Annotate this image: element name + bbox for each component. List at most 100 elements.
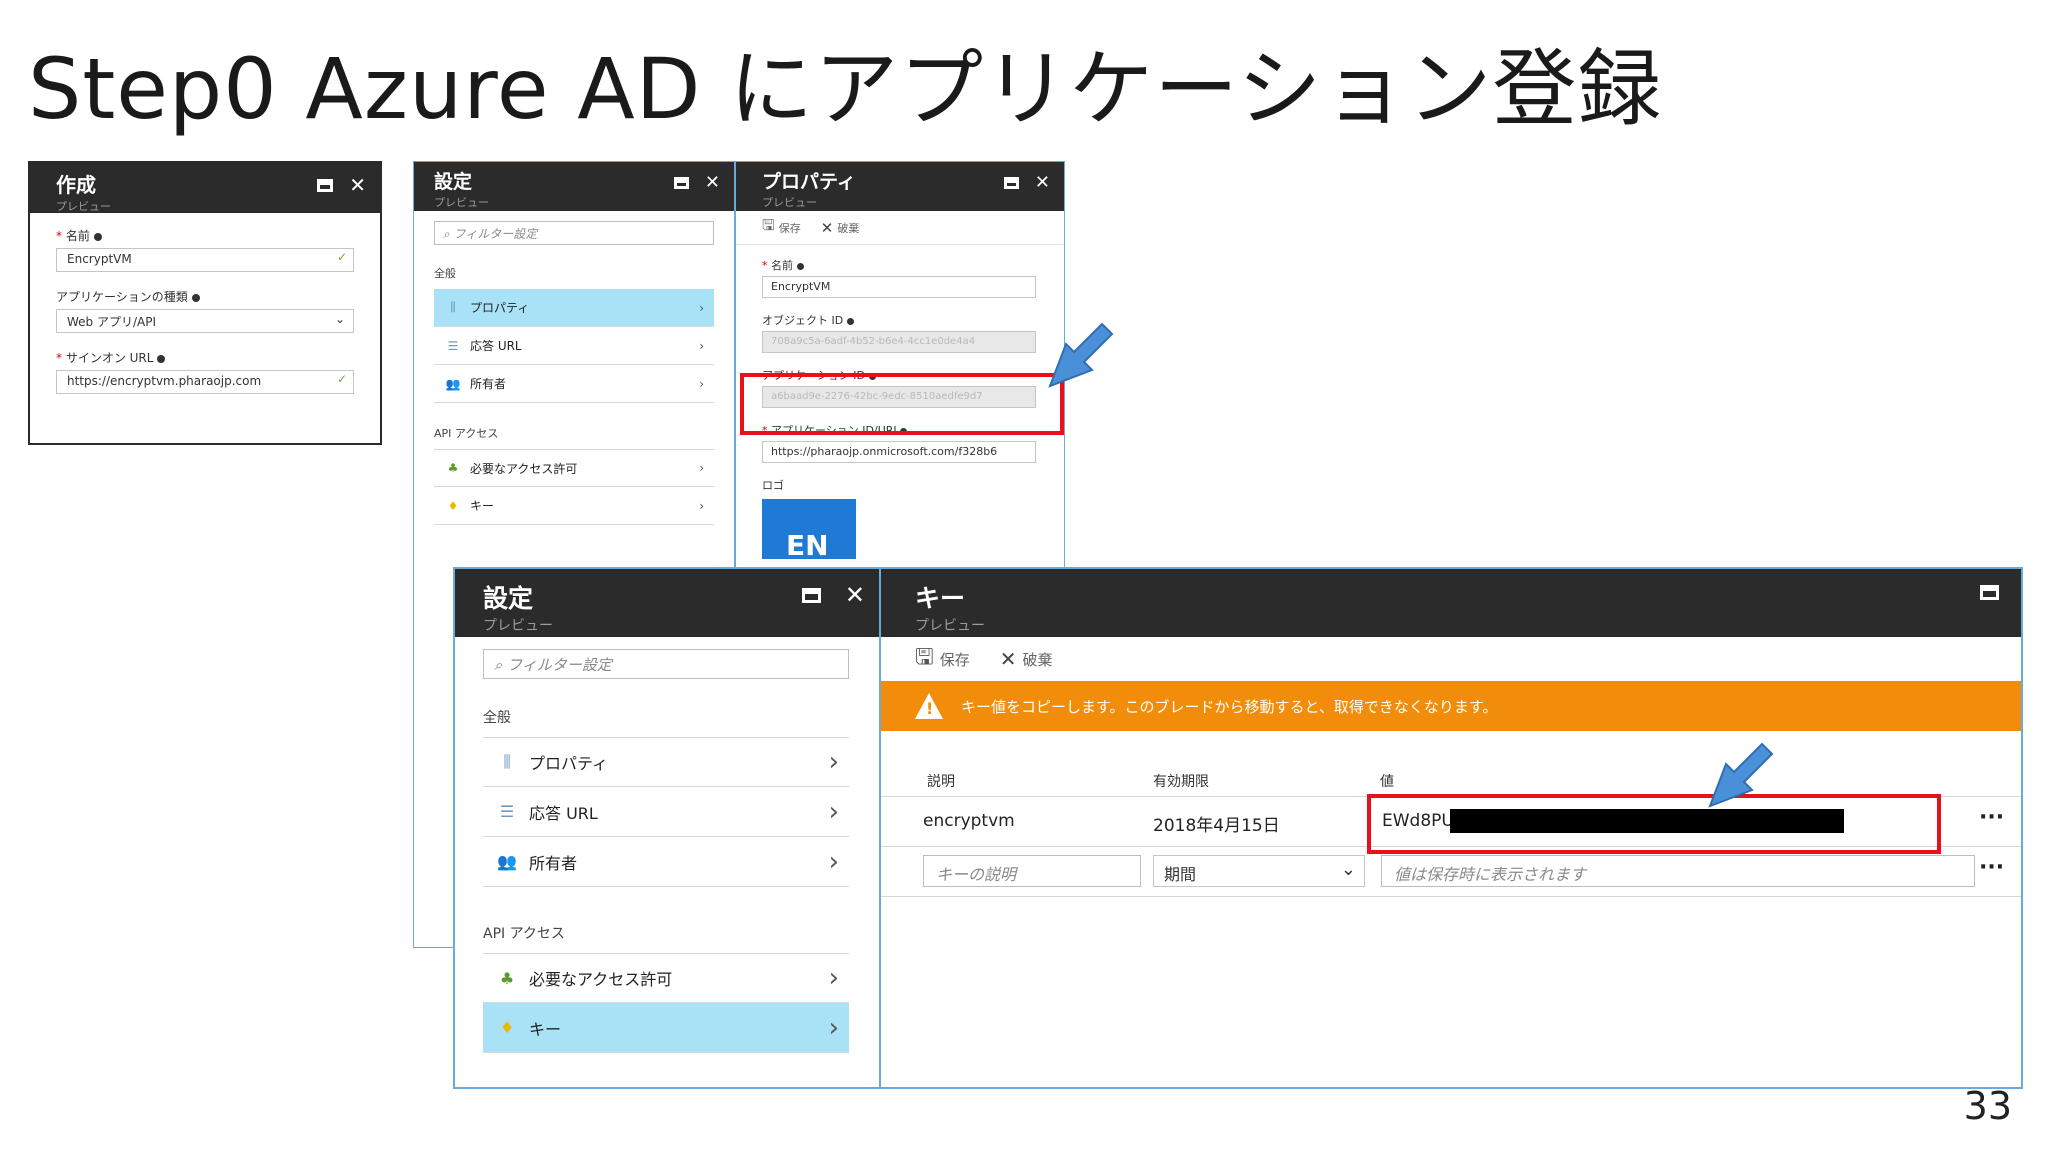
save-icon: 🖫 xyxy=(762,216,775,234)
discard-button[interactable]: ✕ 破棄 xyxy=(821,219,860,237)
warning-text: キー値をコピーします。このブレードから移動すると、取得できなくなります。 xyxy=(961,697,1498,716)
info-icon xyxy=(93,232,102,241)
list-icon: ☰ xyxy=(447,338,459,353)
chevron-down-icon: ⌄ xyxy=(334,312,345,326)
filter-search-input[interactable]: ⌕ フィルター設定 xyxy=(434,221,714,245)
filter-placeholder: フィルター設定 xyxy=(453,227,538,241)
save-button[interactable]: 🖫 保存 xyxy=(915,640,970,678)
list-icon: ☰ xyxy=(499,802,515,821)
chevron-right-icon: › xyxy=(699,498,704,513)
menu-label: 所有者 xyxy=(470,377,507,391)
save-label: 保存 xyxy=(778,221,801,235)
info-icon xyxy=(191,293,200,302)
properties-header: プロパティ プレビュー ✕ xyxy=(736,162,1064,211)
arrow-icon xyxy=(1048,322,1114,388)
menu-label: プロパティ xyxy=(529,754,609,773)
chevron-right-icon: › xyxy=(699,461,704,475)
new-key-row: キーの説明 期間 ⌄ 値は保存時に表示されます ··· xyxy=(881,847,2021,897)
new-key-value-placeholder: 値は保存時に表示されます xyxy=(1394,865,1587,884)
close-icon[interactable]: ✕ xyxy=(845,583,865,607)
chevron-right-icon: › xyxy=(699,338,704,353)
new-key-description-input[interactable]: キーの説明 xyxy=(923,855,1141,887)
close-icon[interactable]: ✕ xyxy=(1035,174,1050,192)
menu-label: 必要なアクセス許可 xyxy=(470,461,578,476)
permissions-icon: ♣ xyxy=(499,968,515,988)
filter-placeholder: フィルター設定 xyxy=(507,656,612,674)
chevron-right-icon: › xyxy=(828,846,839,877)
menu-label: 必要なアクセス許可 xyxy=(529,970,673,989)
settings-large-body: ⌕ フィルター設定 全般 ⫼ プロパティ › ☰ 応答 URL › 👥 所有者 › API … xyxy=(455,637,879,1053)
name-label: 名前 xyxy=(771,259,793,272)
menu-item-owners[interactable]: 👥 所有者 › xyxy=(434,365,714,403)
menu-item-required-permissions[interactable]: ♣ 必要なアクセス許可 › xyxy=(434,449,714,487)
blade-subtitle: プレビュー xyxy=(483,618,553,634)
app-uri-value: https://pharaojp.onmicrosoft.com/f328b6 xyxy=(771,445,998,458)
properties-icon: ⫼ xyxy=(450,300,456,314)
save-button[interactable]: 🖫 保存 xyxy=(762,215,801,240)
name-input-value: EncryptVM xyxy=(771,280,831,293)
more-options-icon[interactable]: ··· xyxy=(1979,805,2004,830)
menu-label: 応答 URL xyxy=(529,803,598,823)
maximize-icon[interactable] xyxy=(317,178,334,192)
object-id-label-row: オブジェクト ID xyxy=(762,312,1038,328)
app-type-select[interactable]: Web アプリ/API ⌄ xyxy=(56,309,354,333)
new-key-duration-select[interactable]: 期間 ⌄ xyxy=(1153,855,1365,887)
maximize-icon[interactable] xyxy=(801,587,821,603)
menu-label: プロパティ xyxy=(470,301,530,315)
logo-text: EN xyxy=(786,529,829,559)
name-input[interactable]: EncryptVM xyxy=(762,276,1036,298)
section-api-access: API アクセス xyxy=(434,427,499,440)
permissions-icon: ♣ xyxy=(447,461,459,475)
app-uri-input[interactable]: https://pharaojp.onmicrosoft.com/f328b6 xyxy=(762,441,1036,463)
logo-label: ロゴ xyxy=(762,479,784,492)
menu-item-owners[interactable]: 👥 所有者 › xyxy=(483,837,849,887)
close-icon[interactable]: ✕ xyxy=(705,174,720,192)
menu-item-reply-url[interactable]: ☰ 応答 URL › xyxy=(483,787,849,837)
menu-item-keys[interactable]: ♦ キー › xyxy=(483,1003,849,1053)
owners-icon: 👥 xyxy=(497,852,517,871)
signon-input-value: https://encryptvm.pharaojp.com xyxy=(67,374,262,388)
menu-item-reply-url[interactable]: ☰ 応答 URL › xyxy=(434,327,714,365)
arrow-icon xyxy=(1708,742,1774,808)
search-icon: ⌕ xyxy=(443,227,454,241)
app-type-label-row: アプリケーションの種類 xyxy=(56,288,354,305)
info-icon xyxy=(846,317,854,325)
blade-subtitle: プレビュー xyxy=(762,196,817,209)
signon-input[interactable]: https://encryptvm.pharaojp.com ✓ xyxy=(56,370,354,394)
filter-search-input[interactable]: ⌕ フィルター設定 xyxy=(483,649,849,679)
blade-subtitle: プレビュー xyxy=(434,196,489,209)
logo-tile[interactable]: EN xyxy=(762,499,856,559)
menu-label: キー xyxy=(470,499,495,513)
section-general: 全般 xyxy=(434,267,456,280)
settings-blade-large: 設定 プレビュー ✕ ⌕ フィルター設定 全般 ⫼ プロパティ › ☰ 応答 URL ›… xyxy=(453,567,879,1089)
keys-toolbar: 🖫 保存 ✕ 破棄 xyxy=(881,637,2021,681)
more-options-icon[interactable]: ··· xyxy=(1979,855,2004,880)
maximize-icon[interactable] xyxy=(1980,585,1999,600)
save-icon: 🖫 xyxy=(915,645,934,670)
menu-item-keys[interactable]: ♦ キー › xyxy=(434,487,714,525)
menu-label: 所有者 xyxy=(529,853,578,873)
check-icon: ✓ xyxy=(336,372,347,386)
maximize-icon[interactable] xyxy=(673,177,689,189)
discard-icon: ✕ xyxy=(820,218,834,237)
name-input-value: EncryptVM xyxy=(67,252,132,266)
maximize-icon[interactable] xyxy=(1003,177,1019,189)
discard-button[interactable]: ✕ 破棄 xyxy=(1000,647,1053,671)
key-icon: ♦ xyxy=(499,1018,515,1037)
chevron-right-icon: › xyxy=(828,963,839,993)
menu-item-required-permissions[interactable]: ♣ 必要なアクセス許可 › xyxy=(483,953,849,1003)
row-description: encryptvm xyxy=(923,811,1015,831)
menu-item-properties[interactable]: ⫼ プロパティ › xyxy=(434,289,714,327)
key-value-highlight xyxy=(1367,794,1941,854)
section-general: 全般 xyxy=(483,710,511,726)
keys-header: キー プレビュー xyxy=(881,569,2021,637)
app-id-highlight xyxy=(740,373,1064,435)
name-input[interactable]: EncryptVM ✓ xyxy=(56,248,354,272)
close-icon[interactable]: ✕ xyxy=(349,175,366,195)
blade-subtitle: プレビュー xyxy=(56,200,111,213)
new-key-description-placeholder: キーの説明 xyxy=(936,865,1017,884)
save-label: 保存 xyxy=(939,650,970,669)
settings-small-header: 設定 プレビュー ✕ xyxy=(414,162,734,211)
menu-item-properties[interactable]: ⫼ プロパティ › xyxy=(483,737,849,787)
object-id-field[interactable]: 708a9c5a-6adf-4b52-b6e4-4cc1e0de4a4 xyxy=(762,331,1036,353)
